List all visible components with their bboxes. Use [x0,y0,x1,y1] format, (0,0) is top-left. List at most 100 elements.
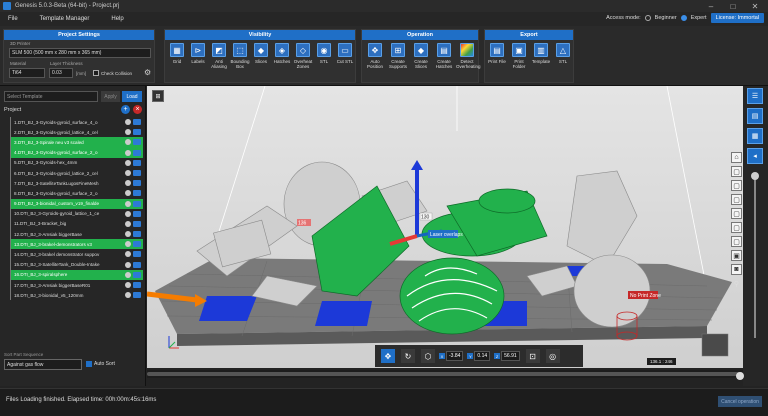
part-settings-icon[interactable] [125,180,131,187]
part-visibility-icon[interactable] [133,251,141,258]
z-value[interactable]: 56.91 [501,351,520,361]
labels-tool[interactable]: ⊳ Labels [187,43,209,64]
part-settings-icon[interactable] [125,220,131,227]
load-button[interactable]: Load [122,91,142,102]
list-item[interactable]: 1.DTI_BJ_3-Gyroids-gyroid_surface_4_o [10,117,143,128]
list-item[interactable]: 16.DTI_BJ_3-spiralsphere [10,269,143,280]
auto-position-tool[interactable]: ✥ Auto Position [364,43,386,69]
part-visibility-icon[interactable] [133,220,141,227]
side-view-icon[interactable]: ▢ [731,194,742,205]
export-stl-tool[interactable]: △ STL [552,43,574,64]
part-visibility-icon[interactable] [133,169,141,176]
grid-tool[interactable]: ▦ Grid [166,43,188,64]
horizontal-slider-knob[interactable] [736,372,744,380]
list-item[interactable]: 2.DTI_BJ_3-Gyroids-gyroid_lattice_4_cel [10,127,143,138]
check-collision-checkbox[interactable] [93,70,99,76]
top-view-icon[interactable]: ▢ [731,180,742,191]
printer-select[interactable]: SLM 500 (500 mm x 280 mm x 365 mm) [9,48,151,58]
y-coordinate[interactable]: Y 0.14 [467,351,491,361]
part-settings-icon[interactable] [125,200,131,207]
collapse-panel-icon[interactable]: ◂ [747,148,763,164]
part-visibility-icon[interactable] [133,292,141,299]
menu-file[interactable]: File [8,16,18,22]
part-visibility-icon[interactable] [133,119,141,125]
zoom-icon[interactable]: ⚲ [731,278,742,289]
part-visibility-icon[interactable] [133,149,141,156]
x-value[interactable]: -3.84 [446,351,464,361]
part-settings-icon[interactable] [125,261,131,268]
part-visibility-icon[interactable] [133,190,141,197]
print-folder-tool[interactable]: ▣ Print Folder [508,43,530,69]
list-item[interactable]: 15.DTI_BJ_3-SatelliteTank_Double-Intake [10,259,143,270]
license-button[interactable]: License: Immortal [710,13,764,23]
part-settings-icon[interactable] [125,169,131,176]
part-settings-icon[interactable] [125,190,131,197]
front-view-icon[interactable]: ▢ [731,166,742,177]
material-select[interactable]: Ti64 [9,68,45,78]
back-view-icon[interactable]: ▢ [731,222,742,233]
bounding-box-tool[interactable]: ⬚ Bounding Box [229,43,251,69]
list-item[interactable]: 4.DTI_BJ_3-Gyroids-gyroid_surface_2_o [10,147,143,158]
list-item[interactable]: 8.DTI_BJ_3-Gyroids-gyroid_surface_2_o [10,188,143,199]
template-tool[interactable]: ▥ Template [530,43,552,64]
3d-viewport[interactable]: Laser overlaps No Print Zone 136 130 ⊞ ✥… [147,86,743,368]
maximize-icon[interactable]: □ [722,0,744,12]
part-visibility-icon[interactable] [133,241,141,248]
part-visibility-icon[interactable] [133,210,141,217]
cancel-operation-button[interactable]: Cancel operation [718,396,762,407]
close-icon[interactable]: ✕ [744,0,766,12]
iso-view-icon[interactable]: ▢ [731,208,742,219]
part-settings-icon[interactable] [125,159,131,166]
move-tool-icon[interactable]: ✥ [381,349,395,363]
sort-sequence-select[interactable]: Against gas flow [4,359,82,370]
create-supports-tool[interactable]: ⊞ Create Supports [387,43,409,69]
part-settings-icon[interactable] [125,282,131,288]
part-settings-icon[interactable] [125,292,131,299]
part-visibility-icon[interactable] [133,180,141,187]
list-item[interactable]: 17.DTI_BJ_3-Amsiak biggerBaseR01 [10,280,143,291]
rotate-tool-icon[interactable]: ↻ [401,349,415,363]
detect-overheating-tool[interactable]: Detect Overheating [456,43,481,69]
list-item[interactable]: 18.DTI_BJ_3-bionidal_v5_120mm [10,290,143,301]
scale-tool-icon[interactable]: ⬡ [421,349,435,363]
print-file-tool[interactable]: ▤ Print File [486,43,508,64]
menu-template-manager[interactable]: Template Manager [40,16,90,22]
list-item[interactable]: 12.DTI_BJ_3-Amsiak biggerBase [10,229,143,240]
grid-view-icon[interactable]: ▦ [747,128,763,144]
create-hatches-tool[interactable]: ▤ Create Hatches [433,43,455,69]
template-select[interactable]: Select Template [4,91,98,102]
layer-thickness-input[interactable]: 0.03 [49,68,73,78]
layers-icon[interactable]: ▤ [747,108,763,124]
y-value[interactable]: 0.14 [474,351,491,361]
part-settings-icon[interactable] [125,231,131,238]
stl-tool[interactable]: ◉ STL [313,43,335,64]
part-visibility-icon[interactable] [133,139,141,146]
list-item[interactable]: 5.DTI_BJ_3-Gyroids-hex_4mm [10,157,143,168]
expert-radio[interactable] [680,15,687,21]
overheat-zones-tool[interactable]: ◇ Overheat Zones [292,43,314,69]
anti-aliasing-tool[interactable]: ◩ Anti Aliasing [208,43,230,69]
add-part-button[interactable]: + [121,105,130,114]
part-settings-icon[interactable] [125,271,131,278]
part-visibility-icon[interactable] [133,200,141,207]
list-item[interactable]: 3.DTI_BJ_3-Spirale neu v3 scaled [10,137,143,148]
gear-icon[interactable]: ⚙ [144,68,151,77]
minimize-icon[interactable]: – [700,0,722,12]
part-settings-icon[interactable] [125,251,131,258]
view-options-icon[interactable]: ⊞ [152,90,164,102]
auto-sort-checkbox[interactable] [86,361,92,367]
layer-slider-track[interactable] [754,178,756,338]
list-item[interactable]: 13.DTI_BJ_3-brakel-demonstrators v3 [10,239,143,250]
list-item[interactable]: 9.DTI_BJ_3-bionidal_custom_v19_finalde [10,198,143,209]
part-visibility-icon[interactable] [133,129,141,136]
part-settings-icon[interactable] [125,129,131,136]
screenshot-icon[interactable]: ◙ [731,264,742,275]
x-coordinate[interactable]: X -3.84 [439,351,464,361]
auto-sort[interactable]: Auto Sort [86,361,115,367]
scene-render[interactable]: Laser overlaps No Print Zone 136 130 [147,86,743,368]
menu-help[interactable]: Help [111,16,123,22]
part-visibility-icon[interactable] [133,271,141,278]
list-item[interactable]: 14.DTI_BJ_3-brakel demonstrator suppov [10,249,143,260]
z-coordinate[interactable]: Z 56.91 [494,351,520,361]
perspective-view-icon[interactable]: ▣ [731,250,742,261]
